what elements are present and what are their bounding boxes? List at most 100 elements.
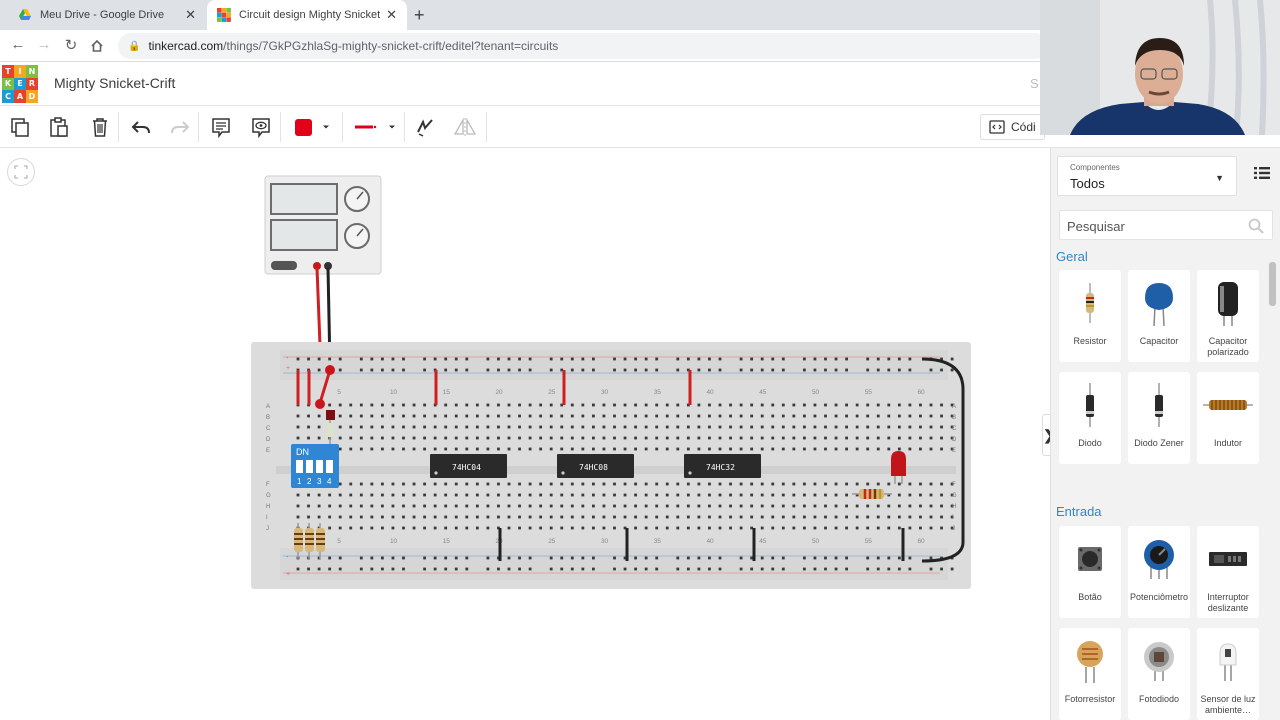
svg-text:F: F bbox=[952, 482, 956, 488]
home-icon[interactable] bbox=[90, 39, 104, 53]
column-number: 5 bbox=[337, 538, 341, 545]
component-photodiode[interactable]: Fotodiodo bbox=[1128, 628, 1190, 720]
notes-visibility-icon[interactable] bbox=[248, 114, 274, 140]
column-number: 35 bbox=[654, 389, 662, 396]
svg-text:J: J bbox=[952, 526, 955, 532]
potentiometer-icon bbox=[1128, 534, 1190, 584]
notes-icon[interactable] bbox=[208, 114, 234, 140]
wire-type-icon[interactable] bbox=[350, 114, 400, 140]
delete-icon[interactable] bbox=[87, 114, 113, 140]
component-pushbutton[interactable]: Botão bbox=[1059, 526, 1121, 618]
photoresistor-icon bbox=[1059, 636, 1121, 686]
svg-text:C: C bbox=[952, 426, 957, 432]
component-label: Indutor bbox=[1213, 438, 1243, 448]
search-input[interactable] bbox=[1067, 216, 1237, 236]
search-icon[interactable] bbox=[1248, 218, 1264, 234]
back-icon[interactable]: ← bbox=[8, 36, 28, 53]
search-box bbox=[1059, 210, 1273, 240]
component-potentiometer[interactable]: Potenciômetro bbox=[1128, 526, 1190, 618]
undo-icon[interactable] bbox=[128, 114, 154, 140]
circuit-drawing: A B C D E F G H I J A B C D E F G H I J … bbox=[251, 175, 971, 589]
component-label: Interruptor deslizante bbox=[1207, 592, 1249, 613]
column-number: 15 bbox=[443, 538, 451, 545]
svg-text:H: H bbox=[952, 504, 956, 510]
tab-google-drive[interactable]: Meu Drive - Google Drive ✕ bbox=[8, 0, 206, 30]
component-polarized-capacitor[interactable]: Capacitor polarizado bbox=[1197, 270, 1259, 362]
toolbar-separator bbox=[486, 112, 487, 142]
header-right-text[interactable]: S bbox=[1030, 76, 1039, 91]
column-number: 35 bbox=[654, 538, 662, 545]
design-title[interactable]: Mighty Snicket-Crift bbox=[54, 75, 175, 91]
component-ambient-light-sensor[interactable]: Sensor de luz ambiente… bbox=[1197, 628, 1259, 720]
column-number: 50 bbox=[812, 538, 820, 545]
component-label: Diodo bbox=[1078, 438, 1102, 448]
svg-text:74HC04: 74HC04 bbox=[452, 463, 481, 472]
component-diode[interactable]: Diodo bbox=[1059, 372, 1121, 464]
column-number: 25 bbox=[548, 538, 556, 545]
column-number: 20 bbox=[495, 389, 503, 396]
url-domain: tinkercad.com bbox=[148, 39, 224, 53]
component-zener-diode[interactable]: Diodo Zener bbox=[1128, 372, 1190, 464]
paste-icon[interactable] bbox=[46, 114, 72, 140]
ic-74hc32[interactable]: 74HC32 bbox=[684, 454, 761, 478]
logo-letter: K bbox=[2, 77, 14, 91]
circuit-canvas[interactable]: A B C D E F G H I J A B C D E F G H I J … bbox=[0, 148, 1050, 720]
code-button-label: Códi bbox=[1011, 120, 1036, 134]
dip-switch[interactable]: DN 1 2 3 4 bbox=[291, 444, 339, 488]
close-tab-icon[interactable]: ✕ bbox=[386, 7, 397, 23]
code-icon bbox=[989, 120, 1005, 134]
panel-scrollbar[interactable] bbox=[1268, 260, 1276, 720]
color-swatch-icon[interactable] bbox=[290, 114, 336, 140]
tab-circuit-design[interactable]: Circuit design Mighty Snicket-Crift ✕ bbox=[207, 0, 407, 30]
column-number: 10 bbox=[390, 389, 398, 396]
toolbar-separator bbox=[280, 112, 281, 142]
copy-icon[interactable] bbox=[7, 114, 33, 140]
component-label: Capacitor bbox=[1139, 336, 1179, 346]
logo-letter: T bbox=[2, 65, 14, 78]
reload-icon[interactable]: ↻ bbox=[61, 36, 81, 54]
column-number: 55 bbox=[865, 389, 873, 396]
new-tab-icon[interactable]: + bbox=[414, 5, 425, 26]
component-photoresistor[interactable]: Fotorresistor bbox=[1059, 628, 1121, 720]
logo-letter: E bbox=[14, 77, 26, 91]
component-capacitor[interactable]: Capacitor bbox=[1128, 270, 1190, 362]
column-number: 45 bbox=[759, 389, 767, 396]
component-inductor[interactable]: Indutor bbox=[1197, 372, 1259, 464]
svg-text:A: A bbox=[952, 404, 956, 410]
ic-74hc08[interactable]: 74HC08 bbox=[557, 454, 634, 478]
address-bar[interactable]: 🔒 tinkercad.com/things/7GkPGzhlaSg-might… bbox=[118, 33, 1048, 59]
power-supply[interactable] bbox=[264, 175, 382, 275]
svg-text:C: C bbox=[266, 426, 271, 432]
category-select[interactable]: Componentes Todos ▼ bbox=[1057, 156, 1237, 196]
tinkercad-logo[interactable]: T I N K E R C A D bbox=[2, 65, 38, 103]
code-button[interactable]: Códi bbox=[980, 114, 1045, 140]
scrollbar-thumb[interactable] bbox=[1269, 262, 1276, 306]
close-tab-icon[interactable]: ✕ bbox=[185, 7, 196, 23]
logo-letter: R bbox=[26, 77, 38, 91]
flip-icon[interactable] bbox=[452, 114, 478, 140]
column-number: 30 bbox=[601, 538, 609, 545]
redo-icon[interactable] bbox=[167, 114, 193, 140]
svg-text:1: 1 bbox=[297, 477, 302, 486]
svg-text:H: H bbox=[266, 504, 270, 510]
column-number: 5 bbox=[337, 389, 341, 396]
svg-text:3: 3 bbox=[317, 477, 322, 486]
component-slide-switch[interactable]: Interruptor deslizante bbox=[1197, 526, 1259, 618]
pulldown-resistors[interactable] bbox=[294, 523, 325, 560]
polarized-capacitor-icon bbox=[1197, 278, 1259, 328]
column-number: 55 bbox=[865, 538, 873, 545]
rotate-icon[interactable] bbox=[412, 114, 438, 140]
column-number: 15 bbox=[443, 389, 451, 396]
section-title-entrada: Entrada bbox=[1056, 504, 1102, 519]
ic-74hc04[interactable]: 74HC04 bbox=[430, 454, 507, 478]
toolbar-separator bbox=[404, 112, 405, 142]
tab-title: Meu Drive - Google Drive bbox=[40, 9, 165, 21]
toolbar-separator bbox=[118, 112, 119, 142]
svg-text:A: A bbox=[266, 404, 270, 410]
component-resistor[interactable]: Resistor bbox=[1059, 270, 1121, 362]
svg-text:4: 4 bbox=[327, 477, 332, 486]
forward-icon[interactable]: → bbox=[34, 36, 54, 53]
list-view-icon[interactable] bbox=[1251, 162, 1273, 184]
logo-letter: C bbox=[2, 90, 14, 103]
column-number: 30 bbox=[601, 389, 609, 396]
